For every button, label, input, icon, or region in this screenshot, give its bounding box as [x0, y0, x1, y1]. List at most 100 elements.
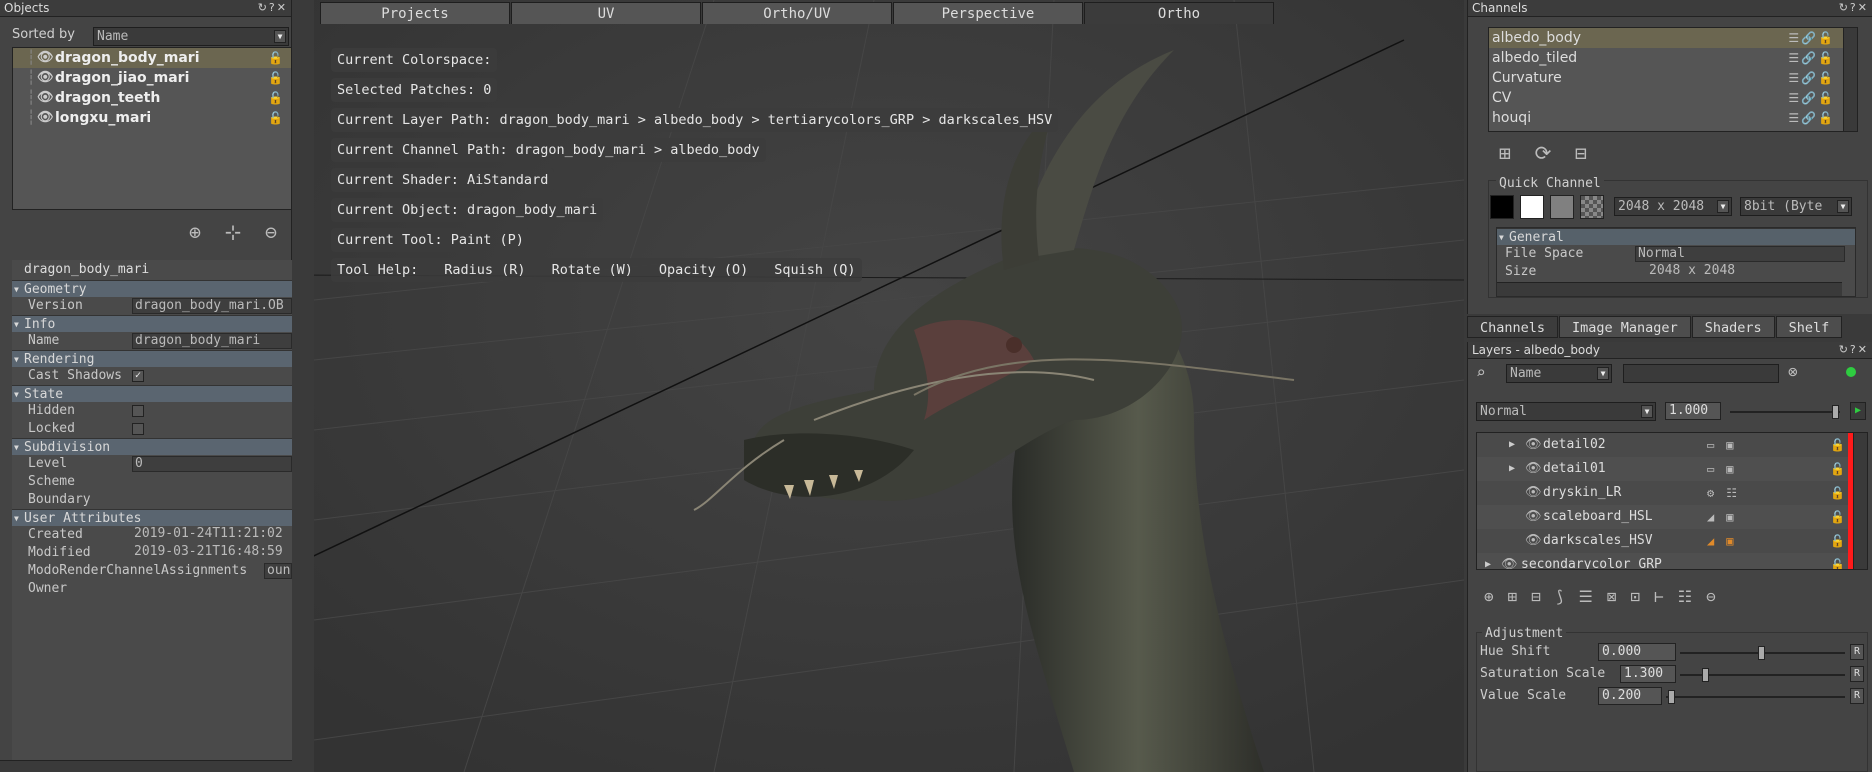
file-space-field[interactable]: Normal [1635, 246, 1845, 262]
opacity-slider-knob[interactable] [1832, 405, 1839, 419]
layer-toolbar-icons[interactable]: ⊕⊞⊟⟆☰⊠⊡⊢☷⊖ [1476, 582, 1868, 612]
opacity-slider[interactable] [1730, 405, 1840, 419]
eye-icon[interactable]: 👁 [1525, 529, 1542, 553]
panel-controls-icon[interactable]: ↻?✕ [1839, 0, 1869, 16]
layer-item[interactable]: 👁 darkscales_HSV ◢▣ 🔓 [1477, 529, 1867, 553]
lock-icon[interactable]: 🔓 [1830, 433, 1845, 457]
saturation-field[interactable]: 1.300 [1620, 665, 1676, 683]
tab-perspective[interactable]: Perspective [893, 2, 1083, 24]
channel-item[interactable]: houqi ☰🔗🔓 [1489, 108, 1857, 128]
eye-icon[interactable]: 👁 [1525, 505, 1542, 529]
channel-item[interactable]: albedo_tiled ☰🔗🔓 [1489, 48, 1857, 68]
panel-controls-icon[interactable]: ↻?✕ [258, 0, 288, 16]
name-field[interactable]: dragon_body_mari [132, 333, 292, 349]
depth-combo[interactable]: 8bit (Byte ▼ [1740, 197, 1852, 216]
layer-item[interactable]: ▶ 👁 detail02 ▭▣ 🔓 [1477, 433, 1867, 457]
layer-opacity-field[interactable]: 1.000 [1665, 402, 1721, 420]
eye-icon[interactable]: 👁 [1501, 553, 1518, 569]
hue-field[interactable]: 0.000 [1598, 643, 1676, 661]
play-icon[interactable]: ▶ [1850, 402, 1866, 420]
locked-checkbox[interactable] [132, 423, 144, 435]
filter-input[interactable] [1623, 364, 1779, 383]
horizontal-scrollbar[interactable] [0, 760, 292, 772]
expand-icon[interactable]: ▶ [1485, 553, 1491, 569]
section-general[interactable]: General [1497, 228, 1855, 246]
channel-options-icon[interactable]: ☰🔗🔓 [1788, 88, 1835, 108]
layer-item[interactable]: 👁 dryskin_LR ⚙☷ 🔓 [1477, 481, 1867, 505]
refresh-channel-icon[interactable]: ⟳ [1528, 138, 1558, 168]
value-scale-slider-knob[interactable] [1668, 690, 1675, 704]
eye-icon[interactable]: 👁 [1525, 481, 1542, 505]
hue-slider-knob[interactable] [1758, 646, 1765, 660]
remove-channel-icon[interactable]: ⊟ [1566, 138, 1596, 168]
section-info[interactable]: Info [12, 315, 292, 333]
lock-icon[interactable]: 🔓 [1830, 457, 1845, 481]
channel-options-icon[interactable]: ☰🔗🔓 [1788, 28, 1835, 48]
black-swatch[interactable] [1490, 195, 1514, 219]
layer-item[interactable]: ▶ 👁 secondarycolor_GRP 🔓 [1477, 553, 1867, 569]
channel-options-icon[interactable]: ☰🔗🔓 [1788, 48, 1835, 68]
remove-object-icon[interactable]: ⊖ [256, 217, 286, 247]
panel-controls-icon[interactable]: ↻?✕ [1839, 342, 1869, 358]
channel-options-icon[interactable]: ☰🔗🔓 [1788, 108, 1835, 128]
lock-icon[interactable]: 🔓 [268, 88, 283, 108]
section-rendering[interactable]: Rendering [12, 350, 292, 368]
value-scale-field[interactable]: 0.200 [1598, 687, 1662, 705]
add-channel-icon[interactable]: ⊞ [1490, 138, 1520, 168]
channel-item[interactable]: Curvature ☰🔗🔓 [1489, 68, 1857, 88]
object-item[interactable]: ┆ 👁 longxu_mari 🔓 [13, 108, 291, 128]
tab-uv[interactable]: UV [511, 2, 701, 24]
lock-icon[interactable]: 🔓 [268, 68, 283, 88]
eye-icon[interactable]: 👁 [37, 48, 54, 68]
modo-field[interactable]: oun [264, 563, 292, 579]
hidden-checkbox[interactable] [132, 405, 144, 417]
level-field[interactable]: 0 [132, 456, 292, 472]
transparent-swatch[interactable] [1580, 195, 1604, 219]
object-item[interactable]: ┆ 👁 dragon_body_mari 🔓 [13, 48, 291, 68]
channel-scrollbar[interactable] [1843, 28, 1857, 131]
clear-filter-icon[interactable]: ⊗ [1788, 362, 1798, 381]
sort-combo[interactable]: Name ▼ [93, 27, 289, 46]
hue-slider[interactable] [1680, 646, 1845, 660]
blend-mode-combo[interactable]: Normal ▼ [1476, 402, 1656, 421]
version-field[interactable]: dragon_body_mari.OB [132, 298, 292, 314]
filter-combo[interactable]: Name ▼ [1506, 364, 1612, 383]
tab-channels[interactable]: Channels [1467, 316, 1559, 338]
section-state[interactable]: State [12, 385, 292, 403]
add-locator-icon[interactable]: ⊹ [218, 217, 248, 247]
lock-icon[interactable]: 🔓 [1830, 481, 1845, 505]
eye-icon[interactable]: 👁 [1525, 433, 1542, 457]
layer-item[interactable]: 👁 scaleboard_HSL ◢▣ 🔓 [1477, 505, 1867, 529]
tab-shelf[interactable]: Shelf [1775, 316, 1843, 338]
hue-reset-button[interactable]: R [1850, 644, 1864, 660]
layer-item[interactable]: ▶ 👁 detail01 ▭▣ 🔓 [1477, 457, 1867, 481]
eye-icon[interactable]: 👁 [1525, 457, 1542, 481]
object-item[interactable]: ┆ 👁 dragon_teeth 🔓 [13, 88, 291, 108]
expand-icon[interactable]: ▶ [1509, 457, 1515, 481]
expand-icon[interactable]: ▶ [1509, 433, 1515, 457]
value-scale-reset-button[interactable]: R [1850, 688, 1864, 704]
add-object-icon[interactable]: ⊕ [180, 217, 210, 247]
channel-item[interactable]: CV ☰🔗🔓 [1489, 88, 1857, 108]
saturation-slider-knob[interactable] [1702, 668, 1709, 682]
saturation-slider[interactable] [1680, 668, 1845, 682]
eye-icon[interactable]: 👁 [37, 88, 54, 108]
lock-icon[interactable]: 🔓 [268, 48, 283, 68]
channel-options-icon[interactable]: ☰🔗🔓 [1788, 68, 1835, 88]
resolution-combo[interactable]: 2048 x 2048 ▼ [1614, 197, 1732, 216]
tab-shaders[interactable]: Shaders [1691, 316, 1775, 338]
tab-projects[interactable]: Projects [320, 2, 510, 24]
lock-icon[interactable]: 🔓 [268, 108, 283, 128]
viewport[interactable]: Projects UV Ortho/UV Perspective Ortho C… [314, 0, 1464, 772]
value-scale-slider[interactable] [1666, 690, 1845, 704]
saturation-reset-button[interactable]: R [1850, 666, 1864, 682]
section-geometry[interactable]: Geometry [12, 280, 292, 298]
cast-shadows-checkbox[interactable]: ✓ [132, 370, 144, 382]
white-swatch[interactable] [1520, 195, 1544, 219]
layer-scrollbar[interactable] [1853, 433, 1867, 569]
general-hscrollbar[interactable] [1497, 282, 1842, 296]
lock-icon[interactable]: 🔓 [1830, 553, 1845, 569]
lock-icon[interactable]: 🔓 [1830, 505, 1845, 529]
eye-icon[interactable]: 👁 [37, 68, 54, 88]
tab-ortho-uv[interactable]: Ortho/UV [702, 2, 892, 24]
